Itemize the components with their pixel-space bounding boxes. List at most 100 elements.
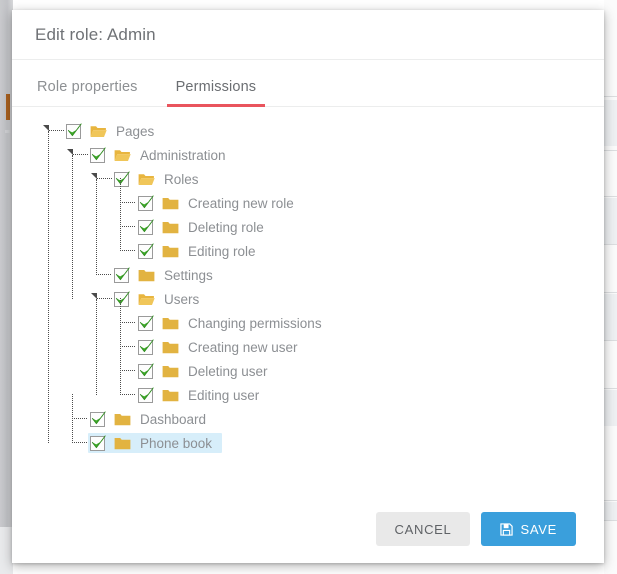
tree-expander-toggle[interactable] — [64, 143, 90, 167]
floppy-disk-icon — [500, 522, 514, 536]
tree-node-content[interactable]: Pages — [64, 121, 164, 141]
permission-checkbox[interactable] — [138, 314, 154, 331]
tree-connector-line — [120, 346, 135, 347]
save-button[interactable]: SAVE — [481, 512, 576, 546]
background-row-line — [604, 340, 617, 341]
tree-node[interactable]: Deleting user — [12, 346, 604, 383]
tree-node-content[interactable]: Editing user — [136, 385, 269, 405]
tree-node-label: Users — [164, 291, 200, 307]
tree-node-content[interactable]: Changing permissions — [136, 313, 332, 333]
permission-checkbox[interactable] — [138, 362, 154, 379]
tree-node[interactable]: Creating new user — [12, 322, 604, 359]
tree-node-label: Deleting role — [188, 219, 264, 235]
background-row-band — [604, 294, 617, 340]
folder-closed-icon — [162, 244, 179, 259]
folder-closed-icon — [114, 436, 131, 451]
permission-checkbox[interactable] — [90, 146, 106, 163]
permission-checkbox[interactable] — [138, 386, 154, 403]
tree-node-content[interactable]: Editing role — [136, 241, 266, 261]
permission-checkbox[interactable] — [138, 218, 154, 235]
tree-node-label: Dashboard — [140, 411, 207, 427]
tree-expander-toggle[interactable] — [88, 287, 114, 311]
tree-connector-line — [120, 322, 135, 323]
folder-closed-icon — [138, 268, 155, 283]
background-gray-chip — [5, 130, 12, 133]
folder-open-icon — [114, 148, 131, 163]
tree-node[interactable]: Editing role — [12, 226, 604, 263]
tree-node[interactable]: Deleting role — [12, 202, 604, 239]
tree-node[interactable]: Roles — [12, 167, 604, 191]
tree-node-content[interactable]: Phone book — [88, 433, 223, 453]
tree-node-label: Deleting user — [188, 363, 268, 379]
folder-open-icon — [138, 172, 155, 187]
tree-connector — [112, 346, 138, 383]
folder-closed-icon — [162, 340, 179, 355]
cancel-button-label: CANCEL — [394, 521, 452, 537]
tree-node[interactable]: Settings — [12, 250, 604, 287]
background-row-line — [604, 96, 617, 97]
tree-node[interactable]: Dashboard — [12, 394, 604, 431]
tree-node-content[interactable]: Deleting user — [136, 361, 278, 381]
tree-guide-line — [96, 179, 97, 251]
tree-node-content[interactable]: Settings — [112, 265, 223, 285]
tree-node-label: Editing user — [188, 387, 260, 403]
cancel-button[interactable]: CANCEL — [375, 512, 471, 546]
background-row-line — [604, 292, 617, 293]
permission-checkbox[interactable] — [138, 242, 154, 259]
dialog-footer: CANCEL SAVE — [12, 495, 604, 563]
tree-connector-vertical — [120, 322, 122, 347]
background-row-band — [604, 198, 617, 244]
background-row-line — [604, 500, 617, 501]
tree-connector-line — [96, 274, 111, 275]
permission-checkbox[interactable] — [138, 338, 154, 355]
folder-open-icon — [90, 124, 107, 139]
tree-connector-line — [120, 250, 135, 251]
tab-permissions-label: Permissions — [175, 79, 257, 95]
background-row-line — [604, 196, 617, 197]
background-row-line — [604, 244, 617, 245]
tree-connector — [112, 226, 138, 263]
tree-node[interactable]: Creating new role — [12, 178, 604, 215]
tab-role-properties[interactable]: Role properties — [37, 79, 138, 106]
folder-closed-icon — [162, 196, 179, 211]
tree-node[interactable]: Users — [12, 287, 604, 311]
permission-checkbox[interactable] — [138, 194, 154, 211]
tree-connector-line — [97, 178, 112, 179]
tree-node[interactable]: Editing user — [12, 370, 604, 407]
tree-node[interactable]: Phone book — [12, 418, 604, 455]
tree-node-content[interactable]: Creating new user — [136, 337, 308, 357]
tree-node-label: Changing permissions — [188, 315, 322, 331]
tree-connector — [112, 178, 138, 215]
permission-checkbox[interactable] — [90, 434, 106, 451]
tree-node[interactable]: Changing permissions — [12, 298, 604, 335]
permission-checkbox[interactable] — [90, 410, 106, 427]
tree-node[interactable]: Administration — [12, 143, 604, 167]
tab-permissions[interactable]: Permissions — [166, 79, 265, 107]
tree-node-label: Creating new user — [188, 339, 298, 355]
tree-expander-toggle[interactable] — [88, 167, 114, 191]
tree-expander-toggle[interactable] — [40, 119, 66, 143]
tree-node-content[interactable]: Dashboard — [88, 409, 216, 429]
tree-node-content[interactable]: Deleting role — [136, 217, 274, 237]
tree-node-content[interactable]: Administration — [88, 145, 236, 165]
tab-bar: Role properties Permissions — [12, 60, 604, 107]
tree-node-label: Editing role — [188, 243, 256, 259]
tree-guide-line — [96, 299, 97, 395]
background-row-line — [604, 388, 617, 389]
tree-node-content[interactable]: Users — [112, 289, 209, 309]
tree-node-content[interactable]: Roles — [112, 169, 209, 189]
tree-node-label: Creating new role — [188, 195, 294, 211]
tree-connector-vertical — [120, 370, 122, 395]
permission-checkbox[interactable] — [114, 266, 130, 283]
tree-connector-line — [120, 226, 135, 227]
tree-connector-line — [120, 394, 135, 395]
tree-node[interactable]: Pages — [12, 119, 604, 143]
folder-closed-icon — [162, 316, 179, 331]
permission-checkbox[interactable] — [66, 122, 82, 139]
tree-connector — [112, 322, 138, 359]
tree-connector-vertical — [120, 346, 122, 371]
tree-node-label: Administration — [140, 147, 226, 163]
background-row-line — [604, 520, 617, 521]
permissions-tree: Pages Administration Roles Creating new rol… — [12, 107, 604, 455]
tree-node-content[interactable]: Creating new role — [136, 193, 304, 213]
